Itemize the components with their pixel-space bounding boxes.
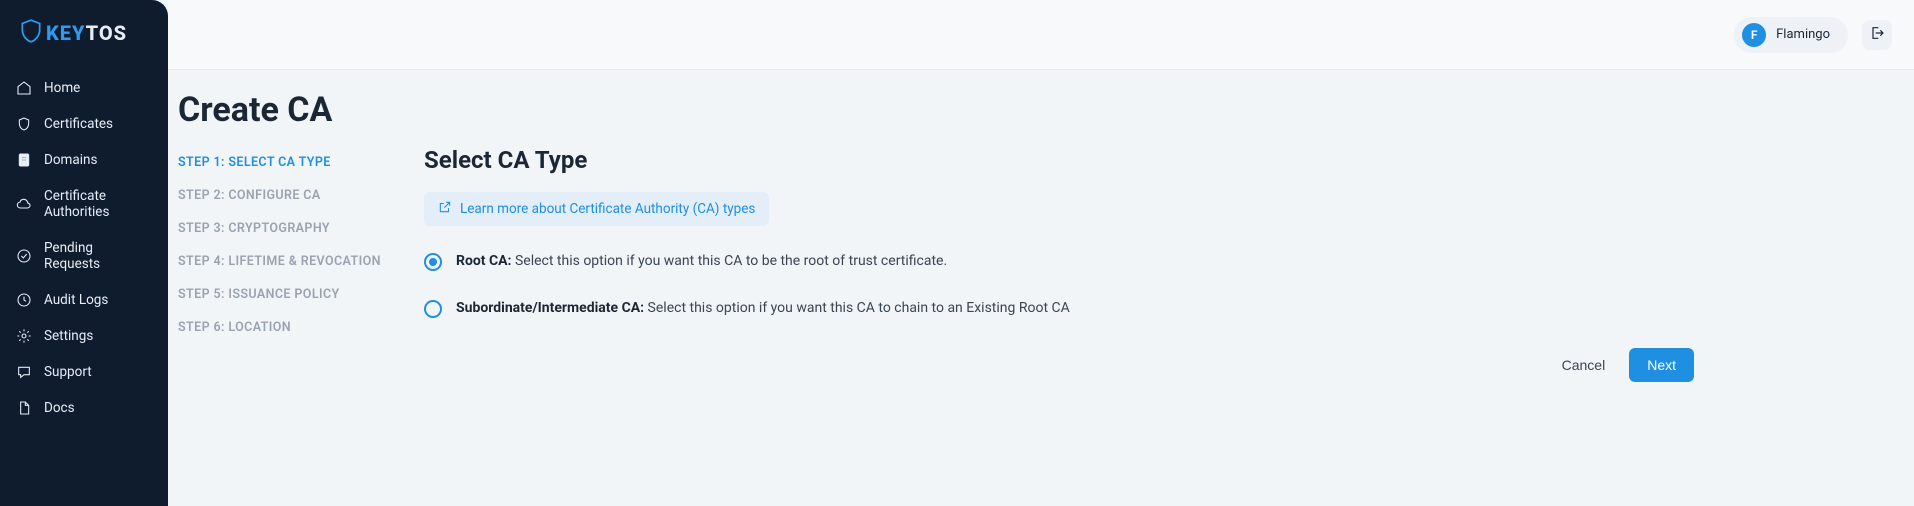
sidebar-nav: Home Certificates Domains Certificate Au… <box>0 70 168 426</box>
user-chip[interactable]: F Flamingo <box>1734 17 1848 53</box>
wizard-step-4: STEP 4: LIFETIME & REVOCATION <box>178 245 388 278</box>
ca-type-options: Root CA: Select this option if you want … <box>424 252 1694 318</box>
option-root-ca[interactable]: Root CA: Select this option if you want … <box>424 252 1694 271</box>
sidebar-item-label: Certificates <box>44 116 113 132</box>
sidebar-item-label: Settings <box>44 328 93 344</box>
gear-icon <box>16 328 32 344</box>
wizard-step-1[interactable]: STEP 1: SELECT CA TYPE <box>178 146 388 179</box>
option-text: Subordinate/Intermediate CA: Select this… <box>456 299 1070 318</box>
check-circle-icon <box>16 248 32 264</box>
cancel-button[interactable]: Cancel <box>1556 349 1612 381</box>
sidebar-item-home[interactable]: Home <box>0 70 168 106</box>
sidebar-item-pending-requests[interactable]: Pending Requests <box>0 230 168 282</box>
sidebar-item-settings[interactable]: Settings <box>0 318 168 354</box>
sidebar-item-label: Support <box>44 364 92 380</box>
brand-logo[interactable]: KEYTOS <box>0 0 168 70</box>
signout-button[interactable] <box>1862 20 1892 50</box>
main: F Flamingo Create CA STEP 1: SELECT CA T… <box>168 0 1914 506</box>
wizard-step-5: STEP 5: ISSUANCE POLICY <box>178 278 388 311</box>
wizard-step-3: STEP 3: CRYPTOGRAPHY <box>178 212 388 245</box>
content: Create CA STEP 1: SELECT CA TYPE STEP 2:… <box>168 70 1914 392</box>
next-button[interactable]: Next <box>1629 348 1694 382</box>
learn-more-text: Learn more about Certificate Authority (… <box>460 201 755 217</box>
signout-icon <box>1869 25 1885 45</box>
cloud-icon <box>16 196 32 212</box>
brand-name: KEYTOS <box>46 21 127 45</box>
external-link-icon <box>438 200 452 218</box>
sidebar-item-label: Home <box>44 80 80 96</box>
sidebar-item-certificate-authorities[interactable]: Certificate Authorities <box>0 178 168 230</box>
topbar: F Flamingo <box>168 0 1914 70</box>
sidebar-item-label: Certificate Authorities <box>44 188 152 220</box>
wizard-step-2: STEP 2: CONFIGURE CA <box>178 179 388 212</box>
shield-logo-icon <box>18 18 44 48</box>
sidebar-item-audit-logs[interactable]: Audit Logs <box>0 282 168 318</box>
clock-icon <box>16 292 32 308</box>
radio-icon <box>424 300 442 318</box>
shield-icon <box>16 116 32 132</box>
document-icon <box>16 152 32 168</box>
avatar: F <box>1742 23 1766 47</box>
option-text: Root CA: Select this option if you want … <box>456 252 947 271</box>
sidebar-item-label: Audit Logs <box>44 292 108 308</box>
option-subordinate-ca[interactable]: Subordinate/Intermediate CA: Select this… <box>424 299 1694 318</box>
sidebar-item-label: Docs <box>44 400 75 416</box>
learn-more-link[interactable]: Learn more about Certificate Authority (… <box>424 192 769 226</box>
panel-title: Select CA Type <box>424 146 1694 174</box>
radio-icon <box>424 253 442 271</box>
chat-icon <box>16 364 32 380</box>
sidebar-item-docs[interactable]: Docs <box>0 390 168 426</box>
sidebar-item-support[interactable]: Support <box>0 354 168 390</box>
file-icon <box>16 400 32 416</box>
wizard-steps: STEP 1: SELECT CA TYPE STEP 2: CONFIGURE… <box>178 146 388 344</box>
sidebar: KEYTOS Home Certificates Domains Certifi… <box>0 0 168 506</box>
wizard-actions: Cancel Next <box>424 348 1694 382</box>
home-icon <box>16 80 32 96</box>
sidebar-item-certificates[interactable]: Certificates <box>0 106 168 142</box>
user-name: Flamingo <box>1776 27 1830 42</box>
sidebar-item-label: Pending Requests <box>44 240 152 272</box>
panel: Select CA Type Learn more about Certific… <box>424 146 1904 382</box>
page-title: Create CA <box>178 80 1904 146</box>
wizard-step-6: STEP 6: LOCATION <box>178 311 388 344</box>
sidebar-item-label: Domains <box>44 152 97 168</box>
sidebar-item-domains[interactable]: Domains <box>0 142 168 178</box>
